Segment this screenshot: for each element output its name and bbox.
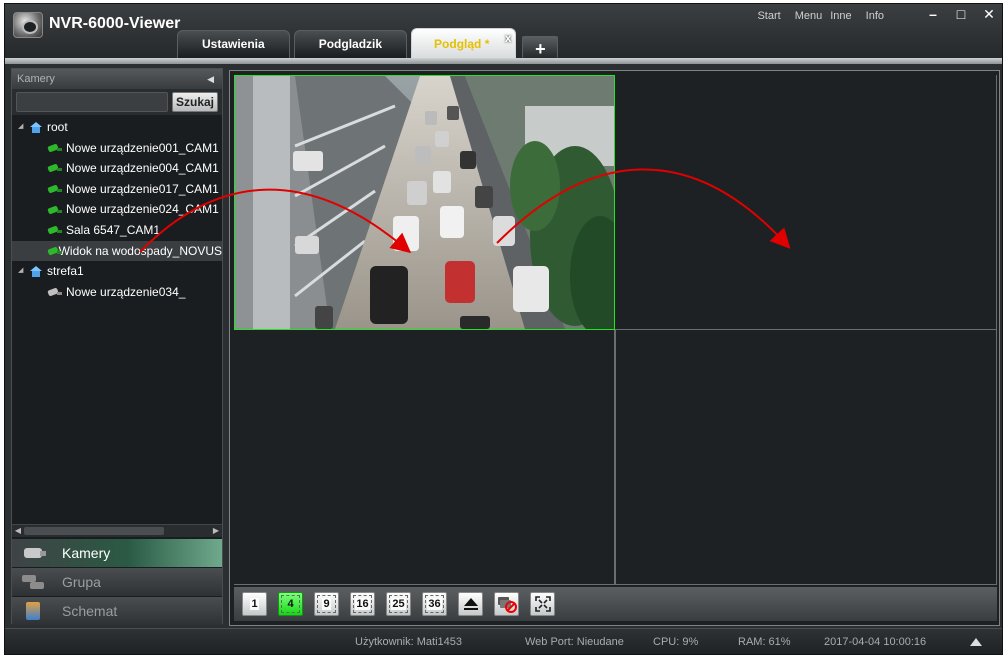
close-icon[interactable]: ✕ [982, 6, 996, 23]
section-label: Schemat [62, 603, 118, 619]
video-cell-2[interactable] [615, 75, 997, 330]
status-web-port: Web Port: Nieudane [525, 636, 624, 648]
expand-up-icon[interactable] [970, 638, 982, 646]
expand-icon[interactable]: ◢ [18, 261, 28, 282]
camera-online-icon [48, 144, 62, 152]
layout-4-button[interactable]: 4 [278, 592, 303, 616]
tree-label: Widok na wodospady_NOVUS [58, 243, 222, 258]
tree-camera-item[interactable]: Sala 6547_CAM1 [12, 220, 222, 241]
tree-camera-item[interactable]: Nowe urządzenie001_CAM1 [12, 138, 222, 159]
status-bar: Użytkownik: Mati1453 Web Port: Nieudane … [5, 628, 1002, 654]
tree-group-strefa1[interactable]: ◢ strefa1 [12, 261, 222, 282]
tree-camera-item[interactable]: Nowe urządzenie004_CAM1 [12, 158, 222, 179]
home-icon [30, 265, 42, 277]
layout-toolbar: 1 4 9 16 25 36 [234, 587, 997, 621]
sidebar-header: Kamery ◀ [12, 69, 222, 89]
camera-tree: ◢ root Nowe urządzenie001_CAM1 Nowe urzą… [12, 115, 222, 302]
tab-bar: Ustawienia Podgladzik Podgląd * x + [177, 28, 562, 59]
tree-label: Sala 6547_CAM1 [66, 222, 161, 237]
scroll-thumb[interactable] [24, 527, 164, 535]
tree-camera-item-selected[interactable]: Widok na wodospady_NOVUS [12, 240, 222, 262]
app-logo-icon [13, 12, 43, 38]
video-cell-1[interactable] [234, 75, 615, 330]
camera-icon [22, 544, 48, 562]
tree-camera-item[interactable]: Nowe urządzenie024_CAM1 [12, 199, 222, 220]
tree-camera-item[interactable]: Nowe urządzenie017_CAM1 [12, 179, 222, 200]
search-bar: Szukaj [12, 89, 222, 115]
window-controls: – □ ✕ [926, 6, 996, 23]
section-label: Kamery [62, 545, 111, 561]
sidebar-sections: Kamery Grupa Schemat [12, 539, 222, 626]
layout-16-button[interactable]: 16 [350, 592, 375, 616]
map-schema-icon [22, 602, 48, 620]
camera-online-icon [48, 185, 62, 193]
tab-ustawienia[interactable]: Ustawienia [177, 30, 290, 58]
tab-podglad[interactable]: Podgląd * x [411, 28, 517, 58]
maximize-icon[interactable]: □ [954, 6, 968, 23]
camera-online-icon [48, 247, 62, 255]
tree-label: Nowe urządzenie017_CAM1 [66, 181, 219, 196]
status-ram: RAM: 61% [738, 636, 791, 648]
section-schemat[interactable]: Schemat [12, 597, 222, 625]
tree-label: root [47, 120, 68, 134]
eject-icon[interactable] [458, 592, 483, 616]
camera-offline-icon [48, 288, 62, 296]
app-title: NVR-6000-Viewer [49, 15, 181, 32]
video-cell-4[interactable] [615, 330, 997, 585]
video-grid [234, 75, 997, 585]
layout-25-button[interactable]: 25 [386, 592, 411, 616]
tree-label: Nowe urządzenie034_ [66, 284, 186, 299]
camera-online-icon [48, 226, 62, 234]
section-kamery[interactable]: Kamery [12, 539, 222, 567]
tree-camera-item[interactable]: Nowe urządzenie034_ [12, 282, 222, 303]
scroll-right-icon[interactable]: ▶ [210, 525, 222, 537]
top-menu: Start Menu Inne Info [757, 10, 884, 22]
camera-sidebar: Kamery ◀ Szukaj ◢ root Nowe urządzenie00… [11, 68, 223, 626]
camera-online-icon [48, 164, 62, 172]
camera-feed-image [235, 76, 614, 329]
layout-36-button[interactable]: 36 [422, 592, 447, 616]
camera-online-icon [48, 206, 62, 214]
camera-group-icon [22, 573, 48, 591]
search-button[interactable]: Szukaj [172, 92, 218, 112]
tab-podgladzik[interactable]: Podgladzik [293, 30, 408, 58]
live-view-panel: 1 4 9 16 25 36 [229, 70, 1000, 626]
tree-group-root[interactable]: ◢ root [12, 117, 222, 138]
layout-9-button[interactable]: 9 [314, 592, 339, 616]
tree-label: strefa1 [47, 264, 84, 279]
section-grupa[interactable]: Grupa [12, 568, 222, 596]
tree-label: Nowe urządzenie024_CAM1 [66, 202, 219, 217]
tree-label: Nowe urządzenie004_CAM1 [66, 161, 219, 176]
sidebar-title: Kamery [17, 73, 55, 85]
menu-inne[interactable]: Inne [830, 10, 851, 22]
tab-podglad-label: Podgląd * [434, 37, 490, 51]
collapse-sidebar-icon[interactable]: ◀ [207, 69, 214, 89]
section-label: Grupa [62, 574, 101, 590]
scroll-left-icon[interactable]: ◀ [12, 525, 24, 537]
status-datetime: 2017-04-04 10:00:16 [824, 636, 927, 648]
tab-close-icon[interactable]: x [505, 23, 512, 53]
menu-menu[interactable]: Menu [795, 10, 823, 22]
horizontal-scrollbar[interactable]: ◀ ▶ [12, 524, 222, 537]
menu-start[interactable]: Start [757, 10, 780, 22]
menu-info[interactable]: Info [866, 10, 884, 22]
status-cpu: CPU: 9% [653, 636, 699, 648]
minimize-icon[interactable]: – [926, 6, 940, 23]
add-tab-button[interactable]: + [522, 36, 559, 59]
home-icon [30, 121, 42, 133]
app-window: NVR-6000-Viewer Start Menu Inne Info – □… [4, 3, 1003, 655]
tree-label: Nowe urządzenie001_CAM1 [66, 140, 219, 155]
title-divider [5, 58, 1002, 64]
status-user: Użytkownik: Mati1453 [355, 636, 462, 648]
stop-all-cameras-icon[interactable] [494, 592, 519, 616]
expand-icon[interactable]: ◢ [18, 117, 28, 138]
title-bar: NVR-6000-Viewer Start Menu Inne Info – □… [5, 4, 1002, 60]
layout-1-button[interactable]: 1 [242, 592, 267, 616]
fullscreen-icon[interactable] [530, 592, 555, 616]
video-cell-3[interactable] [234, 330, 615, 585]
search-input[interactable] [16, 92, 168, 112]
